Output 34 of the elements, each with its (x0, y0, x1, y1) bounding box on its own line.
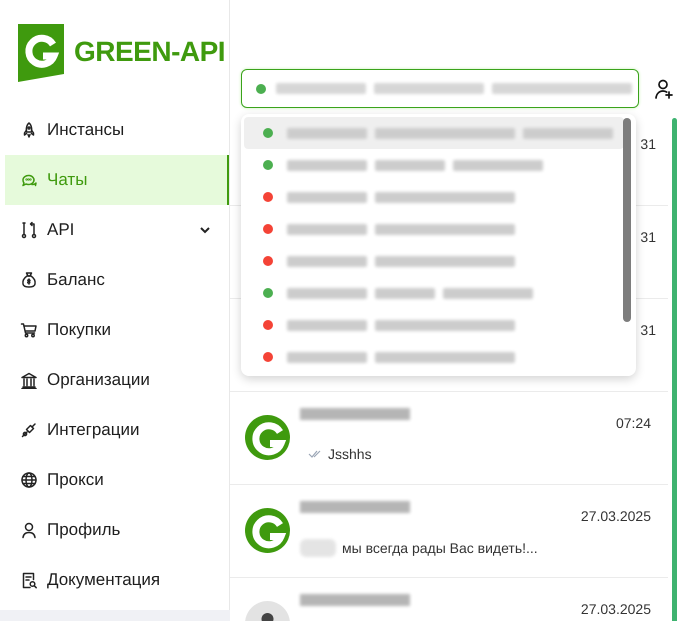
chat-time: 31 (640, 135, 656, 152)
user-icon (20, 521, 38, 539)
chat-time: 31 (640, 321, 656, 338)
nav-item[interactable]: Профиль (5, 505, 229, 555)
nav-item[interactable]: Документация (5, 555, 229, 605)
nav-item[interactable]: API (5, 205, 229, 255)
globe-icon (20, 471, 38, 489)
bank-icon (20, 371, 38, 389)
nav-item[interactable]: Прокси (5, 455, 229, 505)
avatar-icon (245, 508, 290, 553)
chat-time: 27.03.2025 (580, 507, 651, 524)
chat-time: 07:24 (616, 414, 651, 431)
instance-select[interactable] (241, 69, 639, 108)
plug-icon (20, 421, 38, 439)
branches-icon (20, 221, 38, 239)
message-preview: мы всегда рады Вас видеть!... (342, 540, 538, 556)
avatar-icon (245, 415, 290, 460)
nav-item[interactable]: Покупки (5, 305, 229, 355)
nav-item[interactable]: Инстансы (5, 105, 229, 155)
add-user-icon[interactable] (653, 78, 675, 100)
cart-icon (20, 321, 38, 339)
message-preview: Jsshhs (328, 446, 372, 462)
nav-item[interactable]: Баланс (5, 255, 229, 305)
logo-text: GREEN-API (74, 36, 226, 68)
moneybag-icon (20, 271, 38, 289)
chat-time: 31 (640, 228, 656, 245)
nav-item[interactable]: Интеграции (5, 405, 229, 455)
instance-option[interactable] (244, 117, 624, 149)
nav-item[interactable]: Организации (5, 355, 229, 405)
logo-icon (16, 22, 66, 82)
doc-icon (20, 571, 38, 589)
scrollbar[interactable] (672, 118, 677, 621)
chat-time: 27.03.2025 (580, 600, 651, 617)
scrollbar[interactable] (623, 118, 631, 322)
